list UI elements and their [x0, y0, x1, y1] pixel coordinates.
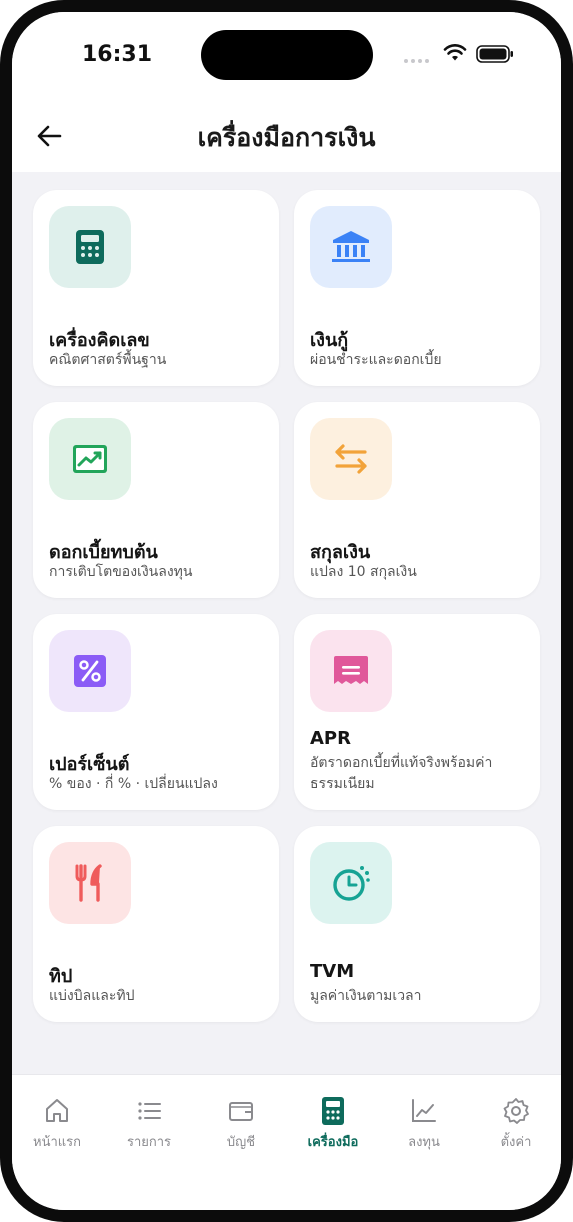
tab-label: บัญชี [226, 1135, 256, 1150]
tool-subtitle: % ของ · กี่ % · เปลี่ยนแปลง [49, 776, 218, 792]
tool-card-loan[interactable]: เงินกู้ ผ่อนชำระและดอกเบี้ย [294, 190, 540, 386]
tab-invest[interactable]: ลงทุน [379, 1095, 469, 1152]
wifi-icon [443, 44, 467, 61]
gear-icon [503, 1098, 529, 1124]
tool-title: APR [310, 728, 351, 749]
home-icon [46, 1099, 68, 1122]
tool-card-tip[interactable]: ทิป แบ่งบิลและทิป [33, 826, 279, 1022]
tab-label: รายการ [126, 1135, 172, 1150]
tool-subtitle: แปลง 10 สกุลเงิน [310, 564, 417, 580]
page-title: เครื่องมือการเงิน [197, 123, 376, 152]
status-time: 16:31 [82, 42, 153, 67]
clock-icon [333, 866, 370, 901]
tab-home[interactable]: หน้าแรก [12, 1095, 102, 1152]
tab-label: หน้าแรก [33, 1135, 81, 1150]
swap-icon [335, 444, 367, 474]
receipt-icon-box [310, 630, 392, 712]
chart-up-icon [73, 445, 107, 473]
tab-label: ลงทุน [408, 1135, 440, 1150]
swap-icon-box [310, 418, 392, 500]
tab-label: เครื่องมือ [307, 1135, 359, 1150]
tab-label: ตั้งค่า [500, 1135, 532, 1150]
receipt-icon [334, 656, 368, 684]
tool-card-currency[interactable]: สกุลเงิน แปลง 10 สกุลเงิน [294, 402, 540, 598]
calculator-icon [322, 1097, 344, 1125]
bank-icon [332, 231, 370, 262]
chart-icon [412, 1099, 436, 1122]
tool-card-tvm[interactable]: TVM มูลค่าเงินตามเวลา [294, 826, 540, 1022]
tab-tools[interactable]: เครื่องมือ [288, 1095, 378, 1152]
tool-card-apr[interactable]: APR อัตราดอกเบี้ยที่แท้จริงพร้อมค่าธรรมเ… [294, 614, 540, 810]
clock-icon-box [310, 842, 392, 924]
header: เครื่องมือการเงิน [12, 110, 561, 172]
calculator-icon-box [49, 206, 131, 288]
tool-subtitle: แบ่งบิลและทิป [49, 988, 135, 1004]
tab-bar: หน้าแรก รายการ บัญชี เครื่องมือ ลงทุน ตั… [12, 1074, 561, 1210]
dynamic-island [201, 30, 373, 80]
tool-subtitle: คณิตศาสตร์พื้นฐาน [49, 352, 167, 368]
status-bar: 16:31 [12, 12, 561, 110]
device-frame: 16:31 เครื่องมือการเงิน เครื่องคิดเลข คณ… [0, 0, 573, 1222]
tool-subtitle: อัตราดอกเบี้ยที่แท้จริงพร้อมค่าธรรมเนียม [310, 755, 493, 792]
battery-icon [476, 45, 513, 63]
tab-settings[interactable]: ตั้งค่า [471, 1095, 561, 1152]
tool-title: TVM [310, 961, 355, 982]
percent-icon [74, 655, 106, 687]
tool-card-percentage[interactable]: เปอร์เซ็นต์ % ของ · กี่ % · เปลี่ยนแปลง [33, 614, 279, 810]
wallet-icon [229, 1102, 253, 1121]
tool-subtitle: การเติบโตของเงินลงทุน [49, 564, 193, 580]
signal-icon [404, 59, 429, 63]
bank-icon-box [310, 206, 392, 288]
tab-accounts[interactable]: บัญชี [196, 1095, 286, 1152]
tool-card-calculator[interactable]: เครื่องคิดเลข คณิตศาสตร์พื้นฐาน [33, 190, 279, 386]
chart-up-icon-box [49, 418, 131, 500]
tool-subtitle: ผ่อนชำระและดอกเบี้ย [310, 352, 442, 368]
list-icon [138, 1102, 161, 1120]
tool-card-compound-interest[interactable]: ดอกเบี้ยทบต้น การเติบโตของเงินลงทุน [33, 402, 279, 598]
screen: 16:31 เครื่องมือการเงิน เครื่องคิดเลข คณ… [12, 12, 561, 1210]
utensils-icon [75, 864, 102, 902]
percent-icon-box [49, 630, 131, 712]
utensils-icon-box [49, 842, 131, 924]
tool-subtitle: มูลค่าเงินตามเวลา [310, 988, 422, 1004]
calculator-icon [76, 230, 104, 264]
tab-transactions[interactable]: รายการ [104, 1095, 194, 1152]
